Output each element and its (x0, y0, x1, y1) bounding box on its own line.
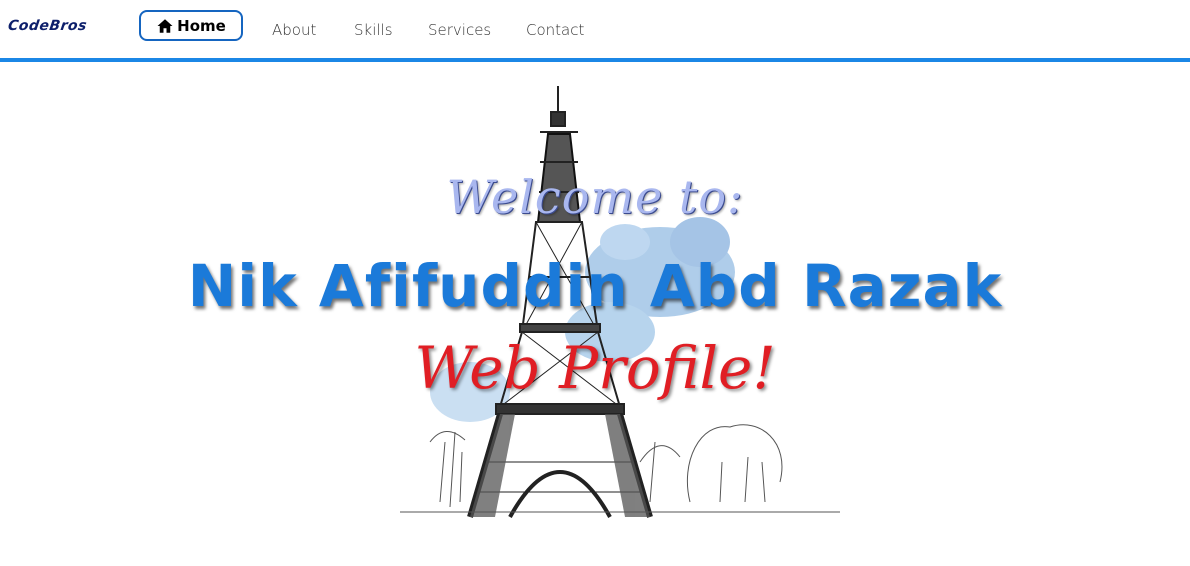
nav-link-services[interactable]: Services (428, 21, 491, 39)
navbar: CodeBros Home About Skills Services Cont… (0, 0, 1190, 62)
welcome-heading: Welcome to: (446, 170, 744, 224)
nav-link-about[interactable]: About (272, 21, 316, 39)
nav-home-button[interactable]: Home (139, 10, 243, 41)
nav-home-label: Home (177, 16, 226, 35)
hero-section: Welcome to: Nik Afifuddin Abd Razak Web … (0, 62, 1190, 566)
web-profile-subtitle: Web Profile! (414, 334, 776, 402)
nav-link-skills[interactable]: Skills (354, 21, 393, 39)
nav-link-contact[interactable]: Contact (526, 21, 584, 39)
brand-logo[interactable]: CodeBros (7, 18, 88, 34)
home-icon (157, 18, 173, 33)
profile-name-heading: Nik Afifuddin Abd Razak (187, 252, 1003, 320)
